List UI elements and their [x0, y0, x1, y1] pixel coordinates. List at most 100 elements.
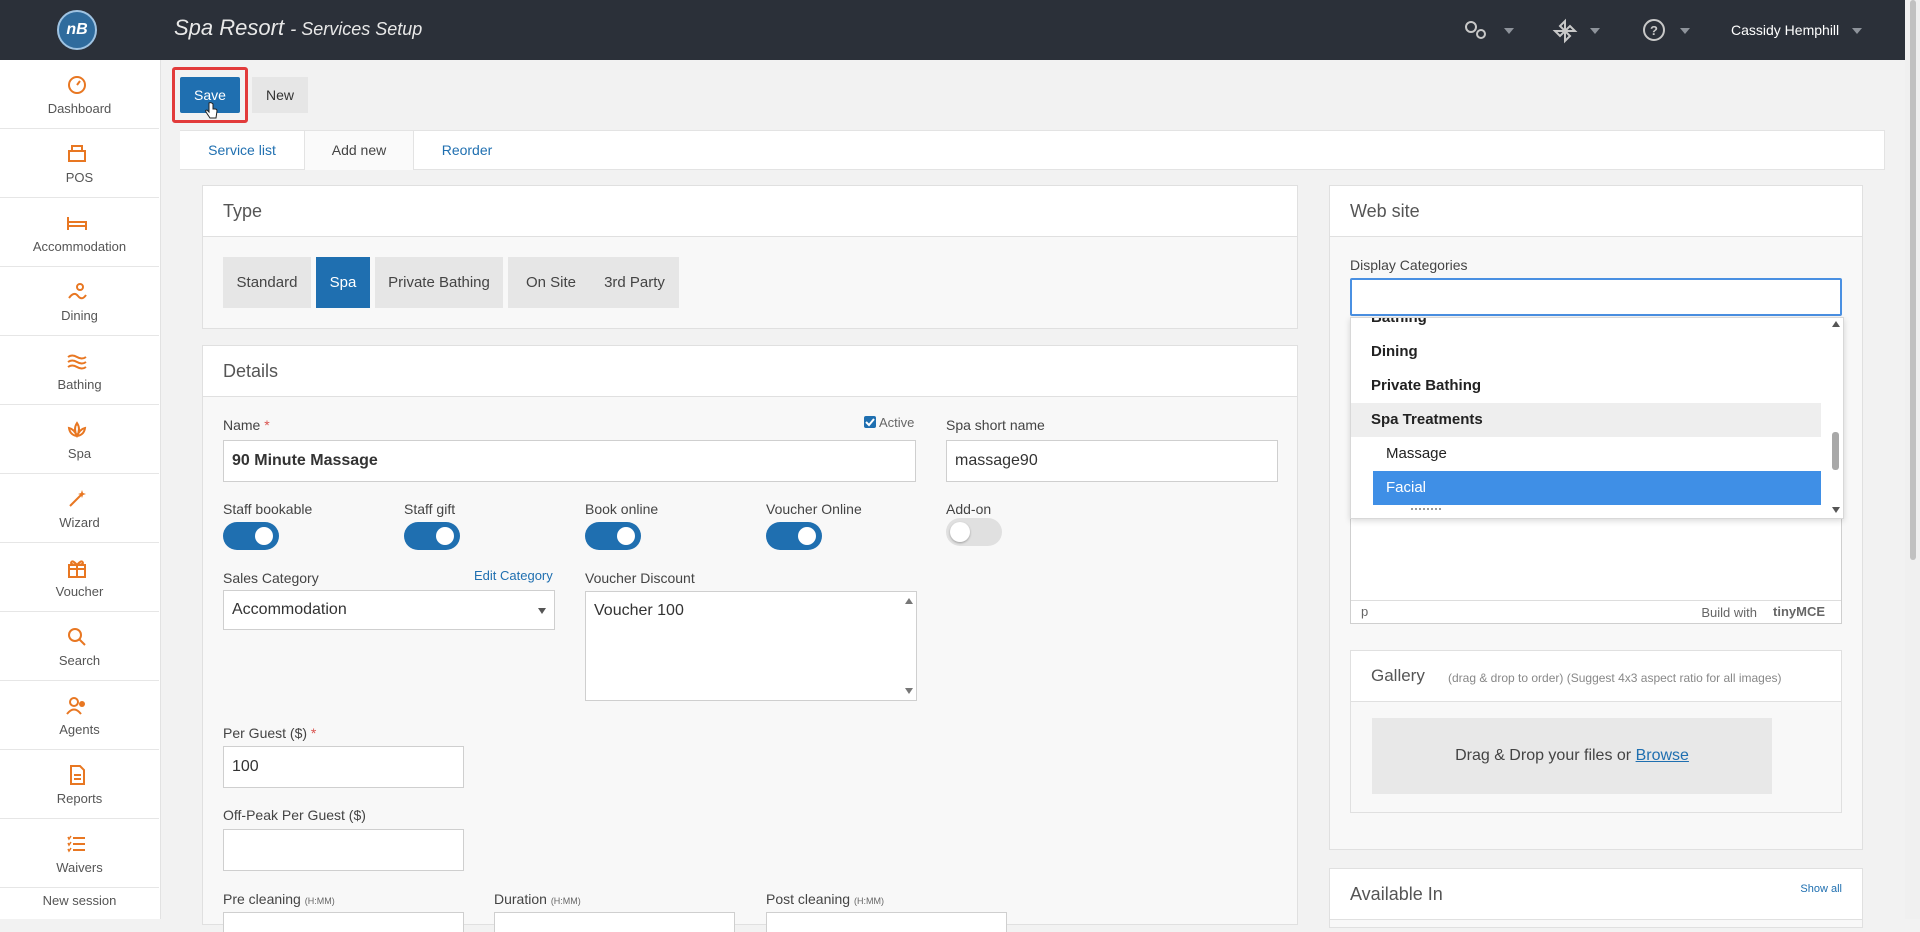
display-categories-search-input[interactable]	[1350, 278, 1842, 316]
list-icon	[67, 835, 85, 853]
type-standard-button[interactable]: Standard	[223, 257, 311, 308]
chevron-down-icon	[1590, 28, 1600, 34]
add-on-toggle[interactable]	[946, 518, 1002, 546]
search-icon	[68, 628, 86, 646]
pos-icon	[68, 145, 86, 162]
offpeak-input[interactable]	[223, 829, 464, 871]
sidebar-item-accommodation[interactable]: Accommodation	[0, 198, 159, 267]
sidebar-item-label: Spa	[67, 446, 92, 461]
sidebar-item-wizard[interactable]: Wizard	[0, 474, 159, 543]
voucher-discount-listbox[interactable]: Voucher 100	[585, 591, 917, 701]
staff-gift-toggle[interactable]	[404, 522, 460, 550]
plugin-icon	[1552, 18, 1578, 44]
voucher-discount-option[interactable]: Voucher 100	[594, 602, 684, 619]
logo-text: nB	[66, 21, 88, 38]
tab-bar: Service list Add new Reorder	[180, 130, 1885, 170]
toggle-label: Staff bookable	[223, 501, 313, 517]
duration-label: Duration (H:MM)	[494, 891, 581, 907]
edit-category-link[interactable]: Edit Category	[474, 568, 553, 583]
window-scrollbar-thumb[interactable]	[1910, 0, 1916, 560]
scroll-up-icon[interactable]	[1832, 321, 1840, 327]
offpeak-label: Off-Peak Per Guest ($)	[223, 807, 366, 823]
sidebar-item-label: Search	[58, 653, 101, 668]
active-label: Active	[879, 415, 915, 430]
sidebar-item-bathing[interactable]: Bathing	[0, 336, 159, 405]
plugin-menu[interactable]	[1552, 18, 1600, 44]
user-name: Cassidy Hemphill	[1731, 22, 1840, 38]
browse-link[interactable]: Browse	[1636, 747, 1689, 764]
tinymce-logo[interactable]: tinyMCE	[1773, 604, 1825, 619]
type-on-site-button[interactable]: On Site	[508, 257, 594, 308]
sidebar-item-agents[interactable]: Agents	[0, 681, 159, 750]
hand-cursor-icon	[205, 102, 218, 119]
sidebar-item-dashboard[interactable]: Dashboard	[0, 60, 159, 129]
dropdown-option-selected[interactable]: Facial	[1373, 471, 1821, 505]
post-cleaning-label: Post cleaning (H:MM)	[766, 891, 884, 907]
dropdown-option[interactable]: Dining	[1351, 335, 1821, 369]
scrollbar-thumb[interactable]	[1832, 432, 1839, 470]
sales-category-select[interactable]: Accommodation	[223, 590, 555, 630]
scroll-up-icon[interactable]	[905, 598, 913, 604]
settings-icon	[1465, 21, 1486, 39]
voucher-discount-label: Voucher Discount	[585, 570, 695, 586]
chevron-down-icon	[1680, 28, 1690, 34]
chevron-down-icon[interactable]	[1852, 28, 1862, 34]
dropdown-option[interactable]: Massage	[1351, 437, 1821, 471]
page-subtitle: Services Setup	[301, 19, 423, 39]
book-online-toggle[interactable]	[585, 522, 641, 550]
tab-service-list[interactable]: Service list	[180, 131, 304, 169]
type-3rd-party-button[interactable]: 3rd Party	[590, 257, 679, 308]
pre-cleaning-input[interactable]	[223, 912, 464, 932]
duration-input[interactable]	[494, 912, 735, 932]
agents-icon	[66, 697, 85, 715]
tab-reorder[interactable]: Reorder	[412, 131, 522, 169]
sidebar-item-spa[interactable]: Spa	[0, 405, 159, 474]
new-button[interactable]: New	[252, 77, 308, 113]
dropdown-scrollbar[interactable]	[1831, 317, 1841, 517]
short-name-input[interactable]: massage90	[946, 440, 1278, 482]
scroll-down-icon[interactable]	[905, 688, 913, 694]
type-private-bathing-button[interactable]: Private Bathing	[375, 257, 503, 308]
type-spa-button[interactable]: Spa	[316, 257, 370, 308]
name-input[interactable]: 90 Minute Massage	[223, 440, 916, 482]
gallery-dropzone[interactable]: Drag & Drop your files or Browse	[1372, 718, 1772, 794]
staff-bookable-toggle[interactable]	[223, 522, 279, 550]
display-categories-label: Display Categories	[1350, 257, 1468, 273]
voucher-online-toggle[interactable]	[766, 522, 822, 550]
gallery-title: Gallery	[1371, 666, 1425, 685]
sidebar-item-label: Agents	[59, 722, 100, 737]
sidebar-item-label: Wizard	[59, 515, 100, 530]
user-menu[interactable]: Cassidy Hemphill	[1731, 22, 1839, 38]
wand-icon	[69, 490, 86, 507]
new-session-link[interactable]: New session	[0, 893, 159, 908]
app-logo[interactable]: nB	[57, 10, 97, 50]
dropdown-option[interactable]: Private Bathing	[1351, 369, 1821, 403]
scroll-down-icon[interactable]	[1832, 507, 1840, 513]
details-panel-title: Details	[223, 361, 279, 381]
show-all-link[interactable]: Show all	[1800, 883, 1842, 895]
editor-brand: Build with	[1701, 605, 1757, 620]
sidebar-item-voucher[interactable]: Voucher	[0, 543, 159, 612]
per-guest-input[interactable]: 100	[223, 746, 464, 788]
top-bar: nB Spa Resort - Services Setup ? Cassidy…	[0, 0, 1920, 60]
sidebar-item-label: Waivers	[56, 860, 103, 875]
dashboard-icon	[68, 76, 86, 94]
toggle-label: Staff gift	[404, 501, 456, 517]
help-menu[interactable]: ?	[1642, 18, 1690, 44]
sidebar-item-label: POS	[65, 170, 94, 185]
gallery-hint: (drag & drop to order) (Suggest 4x3 aspe…	[1448, 671, 1782, 685]
sidebar-item-label: Dining	[61, 308, 98, 323]
gift-icon	[68, 560, 86, 578]
sidebar-item-dining[interactable]: Dining	[0, 267, 159, 336]
post-cleaning-input[interactable]	[766, 912, 1007, 932]
settings-menu[interactable]	[1462, 18, 1514, 44]
sidebar-item-waivers[interactable]: Waivers	[0, 819, 159, 888]
sidebar-item-reports[interactable]: Reports	[0, 750, 159, 819]
sidebar-item-search[interactable]: Search	[0, 612, 159, 681]
tab-add-new[interactable]: Add new	[304, 131, 414, 170]
dropdown-option[interactable]: Bathing	[1351, 318, 1821, 335]
dropdown-option[interactable]: Spa Treatments	[1351, 403, 1821, 437]
app-name: Spa Resort	[174, 15, 285, 40]
sidebar-item-pos[interactable]: POS	[0, 129, 159, 198]
reports-icon	[70, 765, 85, 785]
